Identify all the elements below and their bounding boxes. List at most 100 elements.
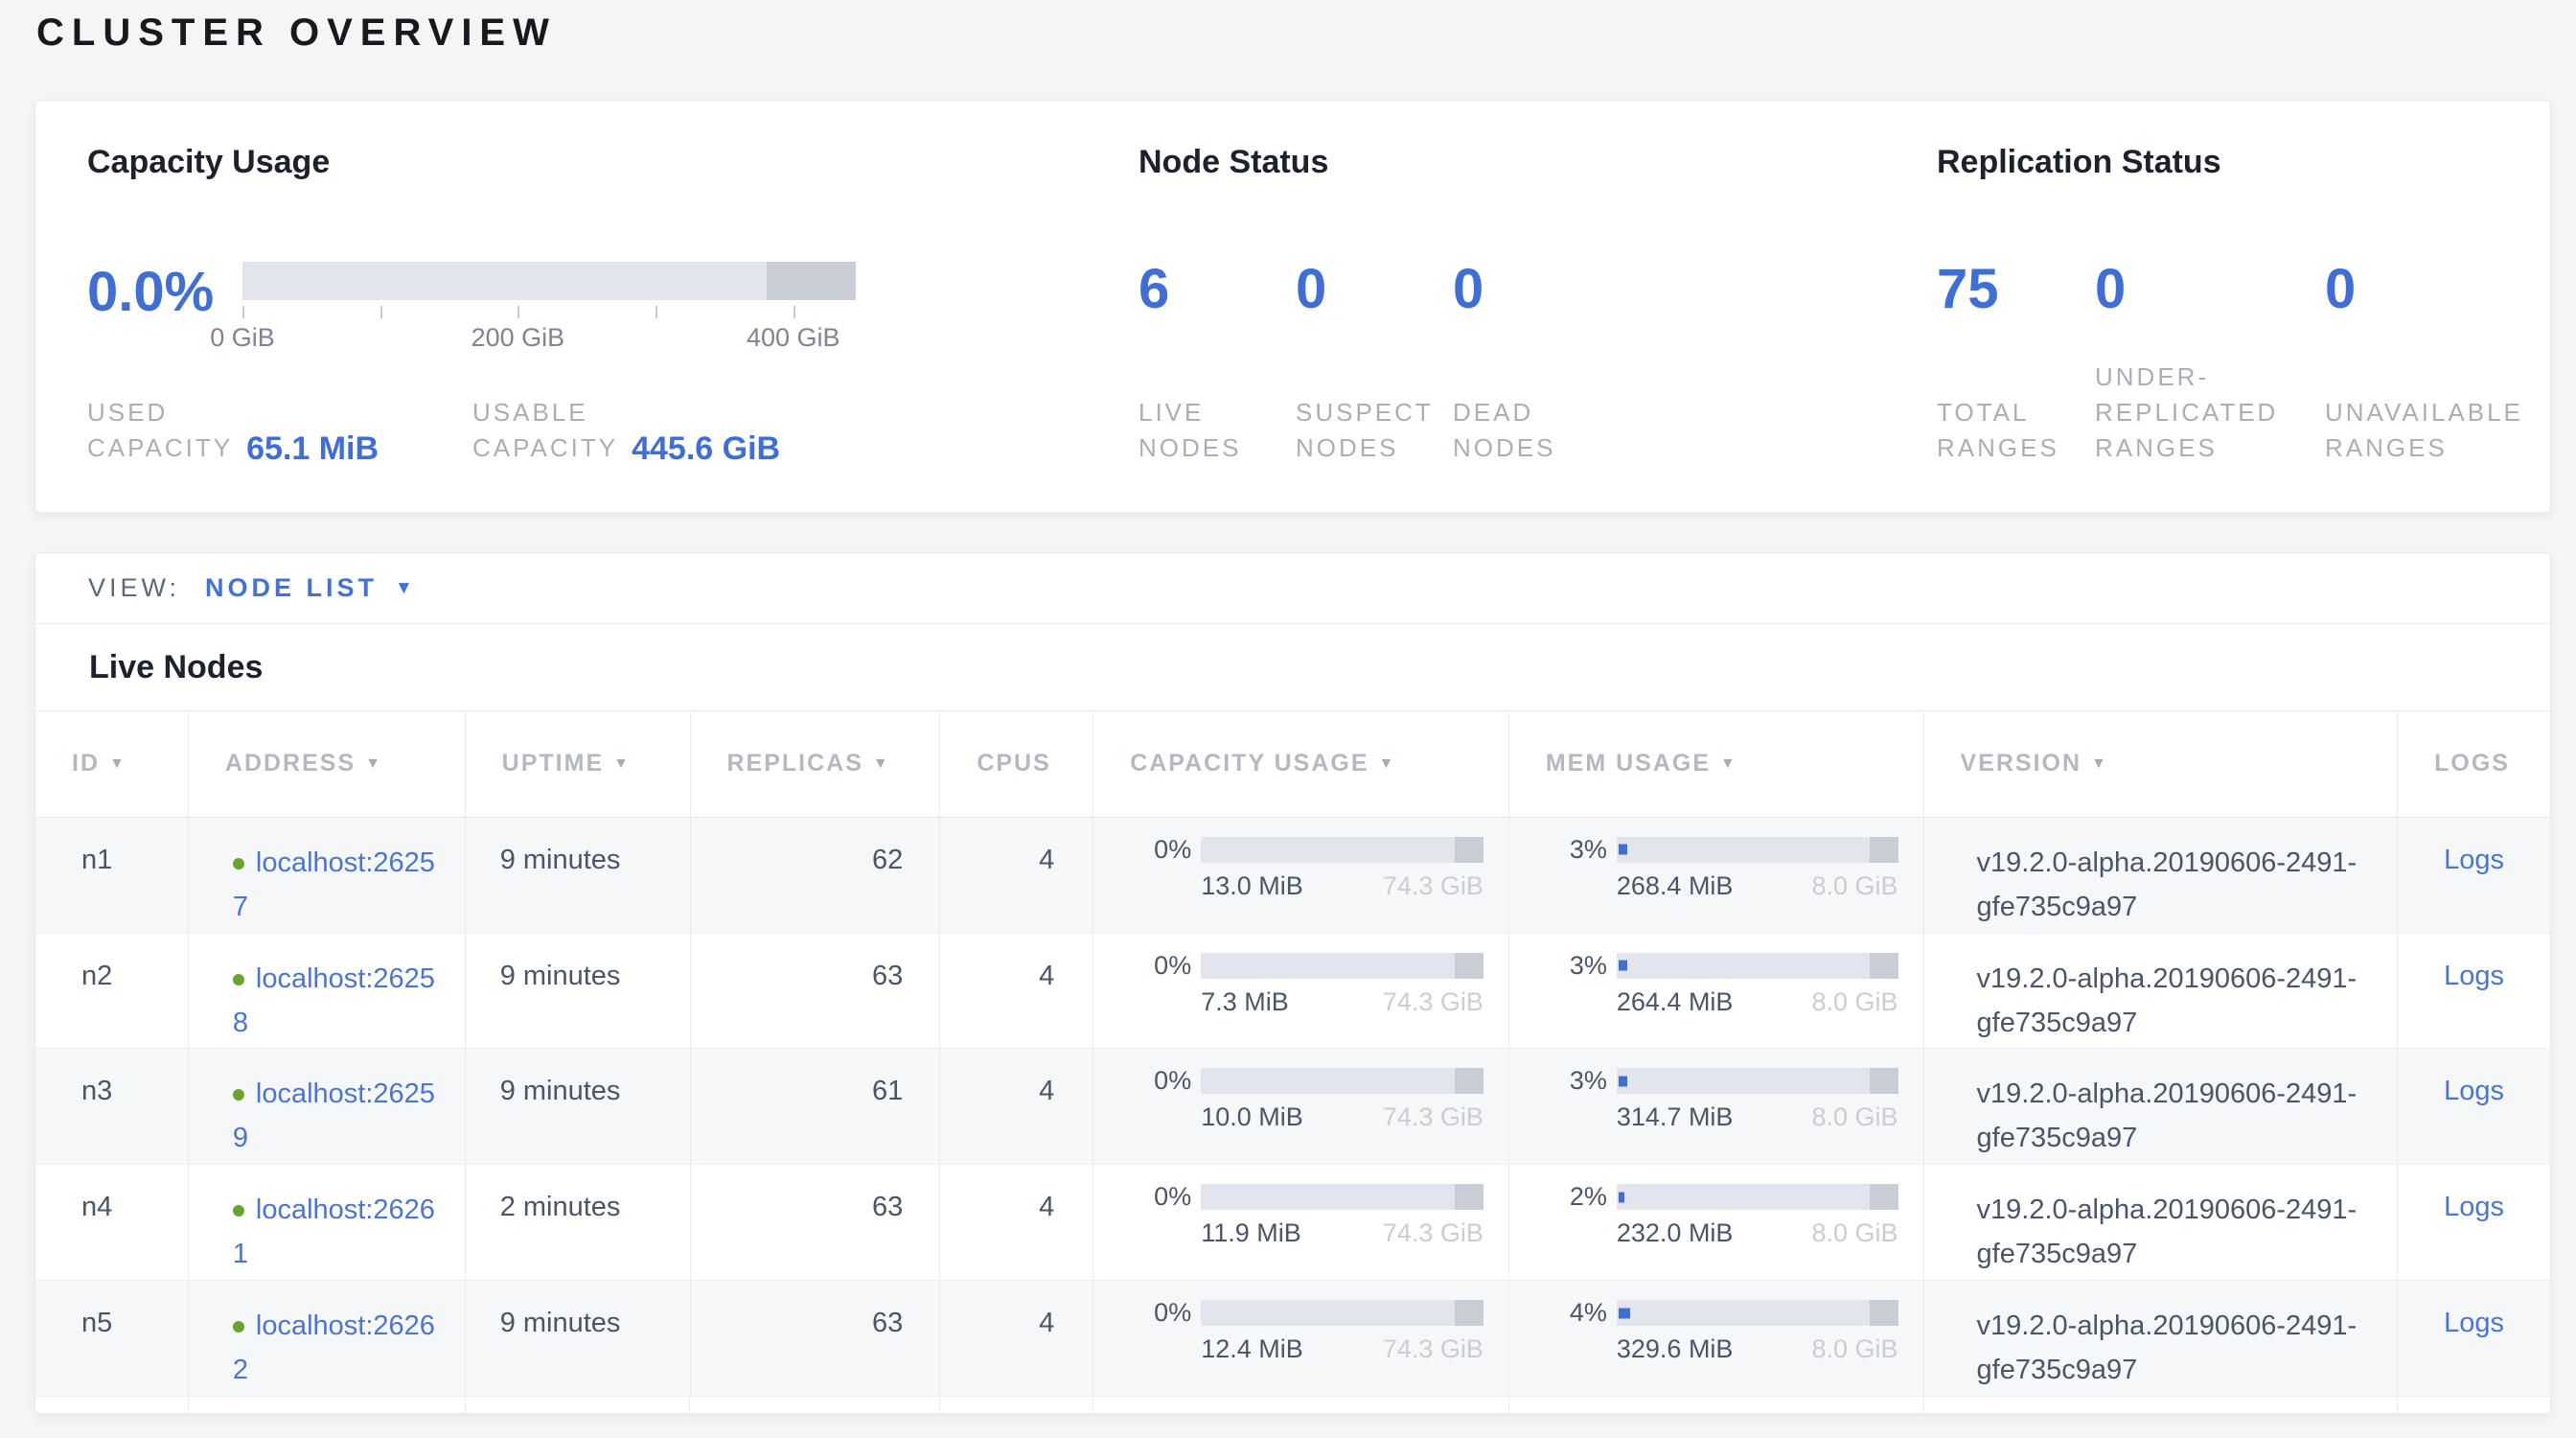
node-replicas: 61 [691,1049,941,1164]
unavailable-ranges-value: 0 [2325,262,2550,317]
capacity-bar [1201,953,1484,979]
view-selector[interactable]: NODE LIST ▼ [205,573,413,603]
under-replicated-value: 0 [2095,262,2325,317]
axis-label: 200 GiB [472,323,565,353]
sort-arrow-icon: ▼ [1720,755,1737,773]
mem-percent: 2% [1546,1182,1607,1212]
under-replicated-label: UNDER- REPLICATED RANGES [2095,360,2325,512]
node-id: n5 [35,1281,189,1396]
view-selected-value: NODE LIST [205,573,378,603]
node-live-dot [233,1205,244,1217]
node-version: v19.2.0-alpha.20190606-2491-gfe735c9a97 [1924,818,2399,933]
node-mem-usage: 3% 314.7 MiB8.0 GiB [1509,1049,1924,1164]
capacity-percent: 0% [1130,1298,1191,1328]
node-logs-cell: Logs [2398,818,2550,933]
node-logs-cell: Logs [2398,1281,2550,1396]
node-address-link[interactable]: localhost:26262 [233,1304,436,1392]
sort-arrow-icon: ▼ [2091,755,2108,773]
dead-nodes-label: DEAD NODES [1453,395,1902,512]
live-nodes-label: LIVE NODES [1138,395,1296,512]
node-capacity-usage: 0% 11.9 MiB74.3 GiB [1093,1165,1509,1280]
used-capacity-value: 65.1 MiB [246,432,379,465]
column-header-address[interactable]: ADDRESS▼ [189,711,466,817]
node-capacity-usage: 0% 7.3 MiB74.3 GiB [1093,934,1509,1049]
mem-percent: 3% [1546,951,1607,981]
column-header-cpus: CPUS [940,711,1093,817]
mem-used: 264.4 MiB [1617,987,1734,1017]
nodes-card: VIEW: NODE LIST ▼ Live Nodes ID▼ ADDRESS… [34,552,2551,1414]
logs-link[interactable]: Logs [2444,1076,2504,1106]
node-version: v19.2.0-alpha.20190606-2491-gfe735c9a97 [1924,934,2399,1049]
node-live-dot [233,858,244,870]
total-ranges-stat: 75 TOTAL RANGES [1937,262,2095,512]
column-header-mem-usage[interactable]: MEM USAGE▼ [1509,711,1924,817]
logs-link[interactable]: Logs [2444,1192,2504,1222]
capacity-total: 74.3 GiB [1383,1102,1484,1132]
replication-status-panel: Replication Status 75 TOTAL RANGES 0 UND… [1902,101,2550,512]
node-address-link[interactable]: localhost:26257 [233,841,436,929]
sort-arrow-icon: ▼ [109,755,126,773]
sort-arrow-icon: ▼ [1379,755,1396,773]
mem-total: 8.0 GiB [1812,871,1898,901]
node-capacity-usage: 0% 10.0 MiB74.3 GiB [1093,1049,1509,1164]
node-version: v19.2.0-alpha.20190606-2491-gfe735c9a97 [1924,1165,2399,1280]
capacity-percent: 0% [1130,1182,1191,1212]
capacity-bar [1201,1068,1484,1094]
logs-link[interactable]: Logs [2444,961,2504,991]
logs-link[interactable]: Logs [2444,1308,2504,1338]
logs-link[interactable]: Logs [2444,845,2504,875]
node-address-cell: localhost:26258 [189,934,466,1049]
view-bar: VIEW: NODE LIST ▼ [35,553,2550,624]
node-id: n2 [35,934,189,1049]
axis-label: 400 GiB [747,323,840,353]
suspect-nodes-label: SUSPECT NODES [1296,395,1453,512]
node-address-link[interactable]: localhost:26259 [233,1072,436,1160]
node-uptime: 9 minutes [466,818,691,933]
column-header-capacity-usage[interactable]: CAPACITY USAGE▼ [1093,711,1509,817]
capacity-total: 74.3 GiB [1383,871,1484,901]
capacity-percent: 0% [1130,951,1191,981]
node-capacity-usage: 0% 12.4 MiB74.3 GiB [1093,1281,1509,1396]
capacity-bar [1201,1300,1484,1326]
view-label: VIEW: [88,573,180,603]
live-nodes-stat: 6 LIVE NODES [1138,262,1296,512]
node-replicas: 63 [691,1281,941,1396]
node-capacity-usage: 0% 13.0 MiB74.3 GiB [1093,818,1509,933]
mem-percent: 3% [1546,1066,1607,1096]
mem-bar [1617,1184,1898,1210]
live-nodes-value: 6 [1138,262,1296,317]
capacity-percent: 0% [1130,835,1191,865]
table-row: n5 localhost:26262 9 minutes 63 4 0% 12.… [35,1281,2550,1397]
column-header-id[interactable]: ID▼ [35,711,189,817]
page-title: CLUSTER OVERVIEW [36,12,557,55]
node-version: v19.2.0-alpha.20190606-2491-gfe735c9a97 [1924,1281,2399,1396]
column-header-replicas[interactable]: REPLICAS▼ [691,711,941,817]
node-address-cell: localhost:26262 [189,1281,466,1396]
node-logs-cell: Logs [2398,934,2550,1049]
node-live-dot [233,1321,244,1333]
capacity-used: 10.0 MiB [1201,1102,1303,1132]
node-uptime: 9 minutes [466,1281,691,1396]
table-row: n1 localhost:26257 9 minutes 62 4 0% 13.… [35,818,2550,934]
node-replicas: 62 [691,818,941,933]
usable-capacity-stat: USABLE CAPACITY 445.6 GiB [472,395,780,466]
dead-nodes-value: 0 [1453,262,1902,317]
unavailable-ranges-label: UNAVAILABLE RANGES [2325,395,2550,512]
node-live-dot [233,974,244,986]
node-address-link[interactable]: localhost:26258 [233,957,436,1045]
capacity-used: 11.9 MiB [1201,1218,1301,1248]
node-address-link[interactable]: localhost:26261 [233,1188,436,1276]
capacity-used: 7.3 MiB [1201,987,1289,1017]
sort-arrow-icon: ▼ [873,755,890,773]
node-mem-usage: 3% 268.4 MiB8.0 GiB [1509,818,1924,933]
capacity-usage-title: Capacity Usage [87,143,1131,181]
column-header-version[interactable]: VERSION▼ [1924,711,2399,817]
capacity-used: 12.4 MiB [1201,1334,1303,1364]
node-status-panel: Node Status 6 LIVE NODES 0 SUSPECT NODES… [1131,101,1902,512]
node-address-cell: localhost:26261 [189,1165,466,1280]
sort-arrow-icon: ▼ [365,755,382,773]
mem-total: 8.0 GiB [1812,987,1898,1017]
column-header-uptime[interactable]: UPTIME▼ [466,711,691,817]
node-address-cell: localhost:26257 [189,818,466,933]
mem-bar [1617,837,1898,863]
